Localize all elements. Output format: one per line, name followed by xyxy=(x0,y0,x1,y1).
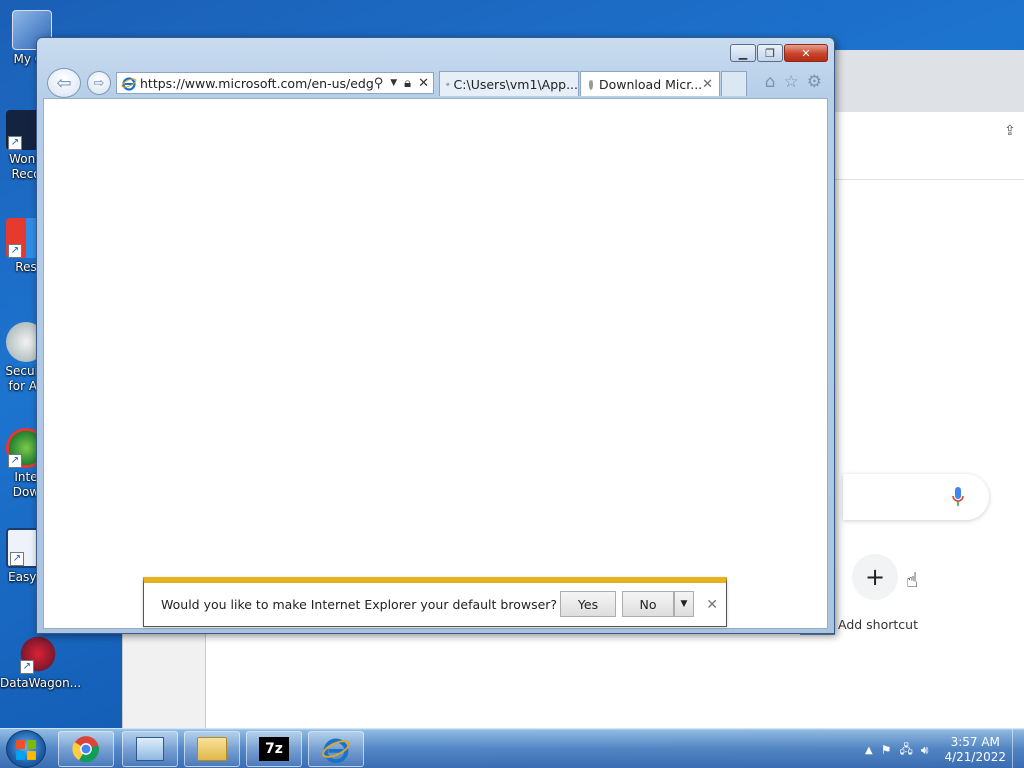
close-icon: ✕ xyxy=(801,46,811,60)
taskbar-internet-explorer[interactable] xyxy=(308,731,364,767)
notification-message: Would you like to make Internet Explorer… xyxy=(161,597,558,612)
volume-icon[interactable]: 🔊︎ xyxy=(921,743,929,758)
internet-explorer-window[interactable]: ▁ ❐ ✕ ⇦ ⇨ https://www.microsoft.com/en-u… xyxy=(36,37,835,634)
folder-icon xyxy=(197,737,227,761)
shortcut-arrow-icon: ↗ xyxy=(8,136,22,150)
tab-local-file[interactable]: C:\Users\vm1\App... xyxy=(439,71,579,96)
plus-icon: + xyxy=(864,563,886,591)
tab-download-edge[interactable]: Download Micr... ✕ xyxy=(580,71,720,96)
lock-icon[interactable]: 🔒︎ xyxy=(404,76,411,91)
ie-logo-icon xyxy=(446,82,450,86)
no-button[interactable]: No xyxy=(622,591,674,617)
taskbar-control-panel[interactable] xyxy=(122,731,178,767)
address-url[interactable]: https://www.microsoft.com/en-us/edge xyxy=(140,76,374,91)
shortcut-arrow-icon: ↗ xyxy=(20,660,34,674)
7zip-icon: 7z xyxy=(259,737,289,761)
chrome-icon xyxy=(72,736,99,763)
yes-button[interactable]: Yes xyxy=(560,591,616,617)
show-desktop-button[interactable] xyxy=(1012,729,1024,768)
settings-gear-icon[interactable]: ⚙ xyxy=(807,72,822,92)
shortcut-arrow-icon: ↗ xyxy=(10,552,24,566)
clock[interactable]: 3:57 AM 4/21/2022 xyxy=(944,735,1006,765)
window-caption-buttons: ▁ ❐ ✕ xyxy=(730,44,828,62)
ie-logo-icon xyxy=(121,77,137,91)
taskbar-file-explorer[interactable] xyxy=(184,731,240,767)
ie-command-icons: ⌂ ☆ ⚙ xyxy=(765,72,822,92)
arrow-right-icon: ⇨ xyxy=(93,75,105,91)
share-icon[interactable]: ⇪ xyxy=(1004,123,1016,139)
ie-page-content[interactable] xyxy=(43,98,828,629)
shortcut-arrow-icon: ↗ xyxy=(8,244,22,258)
add-shortcut-button[interactable]: + xyxy=(852,554,898,600)
show-hidden-icons-icon[interactable]: ▲ xyxy=(865,745,873,756)
minimize-icon: ▁ xyxy=(738,46,748,60)
minimize-button[interactable]: ▁ xyxy=(730,44,756,62)
new-tab-button[interactable] xyxy=(721,71,747,96)
add-shortcut-label: Add shortcut xyxy=(838,617,918,632)
network-icon[interactable]: 🖧︎ xyxy=(900,740,913,761)
action-center-flag-icon[interactable]: ⚑ xyxy=(881,743,892,757)
restore-button[interactable]: ❐ xyxy=(757,44,783,62)
forward-button[interactable]: ⇨ xyxy=(87,71,111,95)
tab-close-icon[interactable]: ✕ xyxy=(702,77,719,92)
stop-icon[interactable]: ✕ xyxy=(418,76,429,91)
google-search-box[interactable] xyxy=(843,474,989,520)
home-icon[interactable]: ⌂ xyxy=(765,72,776,92)
windows-logo-icon xyxy=(16,740,36,760)
start-button[interactable] xyxy=(6,730,46,768)
microphone-icon[interactable] xyxy=(952,487,964,507)
close-button[interactable]: ✕ xyxy=(784,44,828,62)
shortcut-arrow-icon: ↗ xyxy=(8,454,22,468)
caret-down-icon: ▼ xyxy=(680,599,688,609)
favorites-star-icon[interactable]: ☆ xyxy=(784,72,799,92)
loading-spinner-icon xyxy=(589,78,593,90)
datawagon-icon: ↗ xyxy=(18,634,58,674)
desktop-icon-label: Res xyxy=(15,260,37,274)
ie-logo-icon xyxy=(322,738,350,764)
taskbar-chrome[interactable] xyxy=(58,731,114,767)
desktop-icon-datawagon[interactable]: ↗ DataWagon... xyxy=(0,634,81,691)
arrow-left-icon: ⇦ xyxy=(56,72,72,94)
address-tools: ⚲ ▼ 🔒︎ ✕ xyxy=(374,76,433,91)
hand-cursor-icon: ☝ xyxy=(906,568,919,592)
back-button[interactable]: ⇦ xyxy=(47,68,81,98)
search-icon[interactable]: ⚲ xyxy=(374,76,384,91)
taskbar: 7z ▲ ⚑ 🖧︎ 🔊︎ 3:57 AM 4/21/2022 xyxy=(0,728,1024,768)
control-panel-icon xyxy=(136,737,164,761)
clock-date: 4/21/2022 xyxy=(944,750,1006,764)
dropdown-arrow-icon[interactable]: ▼ xyxy=(390,78,397,88)
tab-label: C:\Users\vm1\App... xyxy=(453,76,578,92)
close-notification-icon[interactable]: ✕ xyxy=(706,597,718,613)
taskbar-7zip[interactable]: 7z xyxy=(246,731,302,767)
address-bar[interactable]: https://www.microsoft.com/en-us/edge ⚲ ▼… xyxy=(116,72,434,94)
clock-time: 3:57 AM xyxy=(950,735,1000,749)
system-tray: ▲ ⚑ 🖧︎ 🔊︎ 3:57 AM 4/21/2022 xyxy=(865,735,1006,765)
default-browser-notification: Would you like to make Internet Explorer… xyxy=(143,577,727,627)
restore-icon: ❐ xyxy=(765,46,775,60)
desktop-icon-label: DataWagon... xyxy=(0,676,82,690)
chrome-partial-panel xyxy=(122,630,206,730)
ie-navigation-bar: ⇦ ⇨ https://www.microsoft.com/en-us/edge… xyxy=(43,68,828,98)
tab-label: Download Micr... xyxy=(599,76,703,92)
no-options-dropdown[interactable]: ▼ xyxy=(674,591,694,617)
